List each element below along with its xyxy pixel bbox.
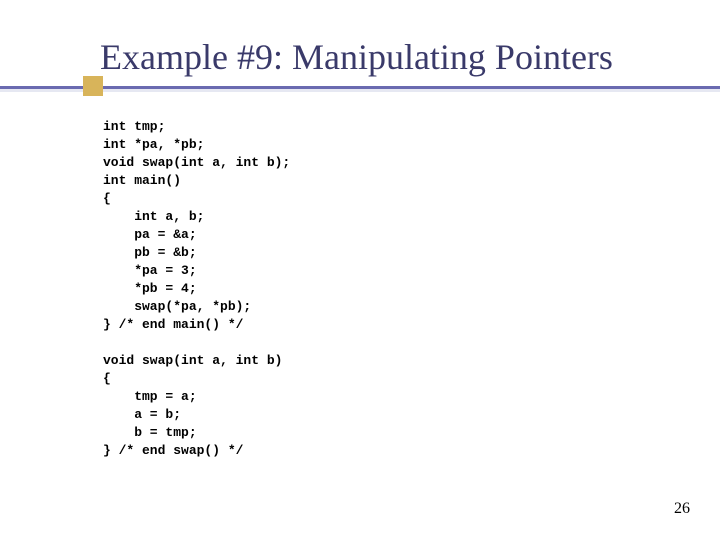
slide: Example #9: Manipulating Pointers int tm…	[0, 0, 720, 540]
accent-square-icon	[83, 76, 103, 96]
page-number: 26	[674, 500, 690, 518]
code-block: int tmp; int *pa, *pb; void swap(int a, …	[103, 118, 290, 460]
slide-title: Example #9: Manipulating Pointers	[100, 36, 613, 78]
title-underline	[0, 86, 720, 89]
title-underline-shadow	[0, 89, 720, 92]
